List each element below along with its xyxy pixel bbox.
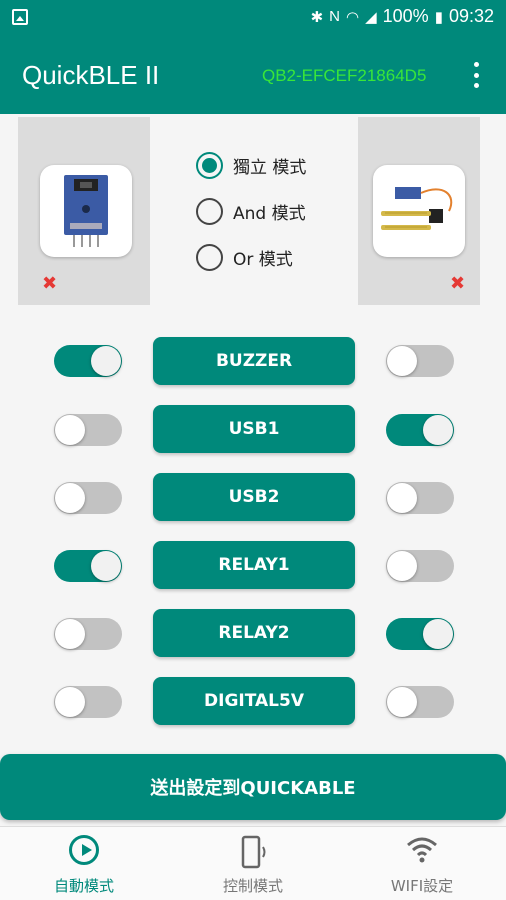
buzzer-right-switch[interactable] bbox=[386, 345, 454, 377]
gallery-icon bbox=[12, 9, 28, 25]
mode-label: 獨立 模式 bbox=[233, 157, 307, 178]
app-bar: QuickBLE II QB2-EFCEF21864D5 bbox=[0, 36, 506, 114]
wifi-icon bbox=[405, 835, 439, 865]
digital5v-button[interactable]: DIGITAL5V bbox=[153, 677, 355, 725]
nav-item-auto-mode[interactable]: 自動模式 bbox=[0, 827, 168, 900]
buzzer-button[interactable]: BUZZER bbox=[153, 337, 355, 385]
clock: 09:32 bbox=[448, 6, 494, 26]
usb2-left-switch[interactable] bbox=[54, 482, 122, 514]
send-settings-button[interactable]: 送出設定到QUICKABLE bbox=[0, 754, 506, 820]
signal-icon: ◢ bbox=[365, 8, 377, 26]
usb2-right-switch[interactable] bbox=[386, 482, 454, 514]
relay2-right-switch[interactable] bbox=[386, 618, 454, 650]
digital5v-right-switch[interactable] bbox=[386, 686, 454, 718]
relay2-left-switch[interactable] bbox=[54, 618, 122, 650]
nav-label: WIFI設定 bbox=[390, 877, 454, 895]
mode-label: Or 模式 bbox=[233, 249, 293, 270]
device-id: QB2-EFCEF21864D5 bbox=[262, 66, 427, 85]
mode-label: And 模式 bbox=[233, 203, 306, 224]
usb2-button[interactable]: USB2 bbox=[153, 473, 355, 521]
radio-unchecked-icon[interactable] bbox=[196, 197, 223, 225]
battery-percent: 100% bbox=[382, 6, 429, 26]
status-bar: ✱ N ◠ ◢ 100% ▮ 09:32 bbox=[0, 0, 506, 36]
relay2-button[interactable]: RELAY2 bbox=[153, 609, 355, 657]
bluetooth-icon: ✱ bbox=[310, 8, 324, 26]
battery-icon: ▮ bbox=[434, 8, 443, 26]
play-circle-icon bbox=[69, 835, 99, 865]
relay1-left-switch[interactable] bbox=[54, 550, 122, 582]
usb1-button[interactable]: USB1 bbox=[153, 405, 355, 453]
relay1-right-switch[interactable] bbox=[386, 550, 454, 582]
bottom-nav: 自動模式 控制模式 WIFI設定 bbox=[0, 826, 506, 900]
more-vert-icon[interactable] bbox=[466, 58, 486, 92]
phone-vibrate-icon bbox=[236, 835, 270, 869]
soil-moisture-sensor-icon[interactable] bbox=[373, 165, 465, 257]
nav-label: 控制模式 bbox=[222, 877, 283, 895]
sensor-slot-left[interactable]: ✖ bbox=[18, 117, 150, 305]
nav-item-control-mode[interactable]: 控制模式 bbox=[169, 827, 337, 900]
close-icon[interactable]: ✖ bbox=[450, 273, 465, 294]
sensor-slot-right[interactable]: ✖ bbox=[358, 117, 480, 305]
usb1-right-switch[interactable] bbox=[386, 414, 454, 446]
relay1-button[interactable]: RELAY1 bbox=[153, 541, 355, 589]
mode-option-and[interactable]: And 模式 bbox=[196, 196, 306, 226]
mode-option-or[interactable]: Or 模式 bbox=[196, 242, 293, 272]
digital5v-left-switch[interactable] bbox=[54, 686, 122, 718]
nav-label: 自動模式 bbox=[53, 877, 114, 895]
radio-checked-icon[interactable] bbox=[196, 151, 223, 179]
nfc-icon: N bbox=[329, 8, 340, 25]
buzzer-left-switch[interactable] bbox=[54, 345, 122, 377]
status-icons: ✱ N ◠ ◢ 100% ▮ 09:32 bbox=[311, 6, 494, 27]
wifi-icon: ◠ bbox=[346, 8, 360, 26]
radio-unchecked-icon[interactable] bbox=[196, 243, 223, 271]
usb1-left-switch[interactable] bbox=[54, 414, 122, 446]
app-title: QuickBLE II bbox=[22, 60, 160, 90]
close-icon[interactable]: ✖ bbox=[42, 273, 57, 294]
sensor-module-icon[interactable] bbox=[40, 165, 132, 257]
mode-option-independent[interactable]: 獨立 模式 bbox=[196, 150, 306, 180]
nav-item-wifi-settings[interactable]: WIFI設定 bbox=[338, 827, 506, 900]
